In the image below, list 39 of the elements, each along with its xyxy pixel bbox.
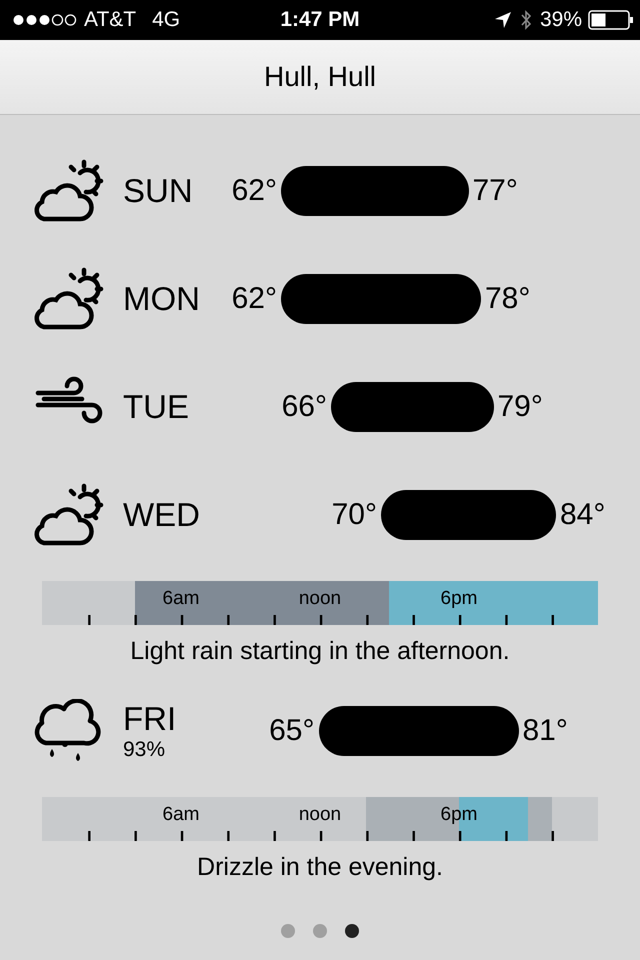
page-dot[interactable] (281, 924, 295, 938)
day-name: MON (123, 280, 201, 318)
hour-label: 6pm (440, 588, 478, 610)
clock-time: 1:47 PM (280, 8, 360, 32)
sun-cloud-icon (34, 159, 104, 223)
carrier-name: AT&T (84, 8, 136, 32)
hour-label: 6pm (440, 804, 478, 826)
hour-label: 6am (162, 588, 200, 610)
high-temperature: 79° (498, 390, 543, 424)
day-name: TUE (123, 388, 190, 426)
precipitation-chance: 93% (123, 738, 166, 762)
forecast-summary: Drizzle in the evening. (196, 853, 444, 883)
day-name: WED (123, 496, 201, 534)
page-dot[interactable] (345, 924, 359, 938)
signal-icon (12, 12, 78, 28)
hour-label: 6am (162, 804, 200, 826)
low-temperature: 62° (230, 282, 277, 316)
day-name: FRI (123, 700, 178, 738)
low-temperature: 65° (268, 714, 314, 748)
battery-percent: 39% (540, 8, 582, 32)
bluetooth-icon (520, 10, 532, 30)
low-temperature: 70° (330, 498, 377, 532)
day-name: SUN (123, 172, 194, 210)
hour-label: noon (298, 804, 342, 826)
high-temperature: 81° (522, 714, 568, 748)
sun-cloud-icon (34, 267, 104, 331)
low-temperature: 66° (280, 390, 327, 424)
low-temperature: 62° (230, 174, 277, 208)
high-temperature: 78° (485, 282, 530, 316)
location-arrow-icon (494, 11, 512, 29)
location-title: Hull, Hull (264, 61, 376, 93)
hour-label: noon (298, 588, 342, 610)
network-type: 4G (152, 8, 180, 32)
sun-cloud-icon (34, 483, 104, 547)
page-dot[interactable] (313, 924, 327, 938)
forecast-summary: Light rain starting in the afternoon. (129, 637, 511, 667)
high-temperature: 77° (472, 174, 518, 208)
high-temperature: 84° (560, 498, 606, 532)
battery-icon (588, 10, 634, 30)
